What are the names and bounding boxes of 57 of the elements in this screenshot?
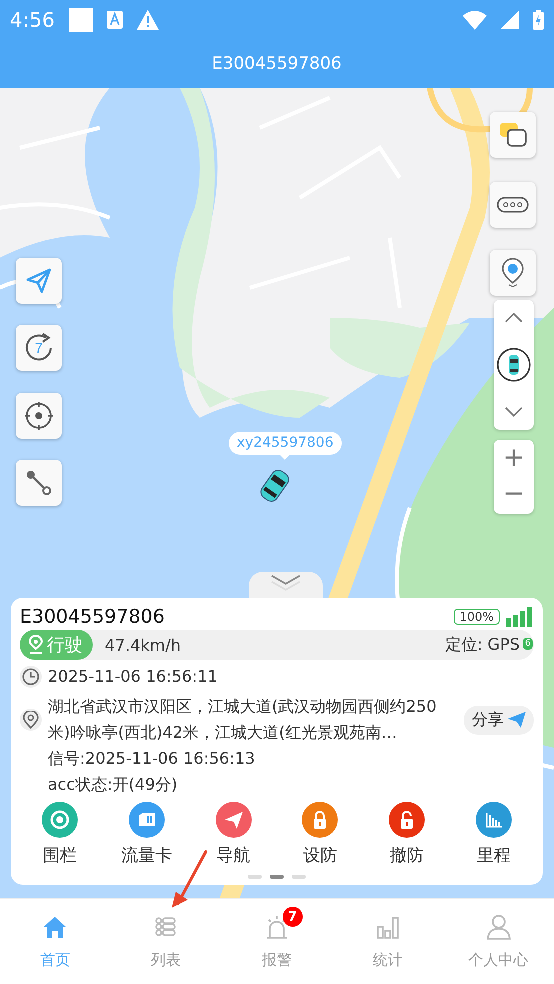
status-time: 4:56 [10, 8, 55, 32]
signal-strength-icon [506, 607, 534, 627]
tab[interactable]: 列表 [110, 899, 222, 984]
fence-action-button[interactable]: 围栏 [28, 802, 92, 867]
tab[interactable]: 个人中心 [443, 899, 554, 984]
notification-badge: 7 [282, 907, 303, 927]
layers-button[interactable] [490, 112, 536, 158]
crosshair-icon [24, 401, 54, 431]
device-button[interactable] [494, 347, 534, 383]
battery-icon [533, 10, 544, 30]
status-badge: 行驶 [20, 630, 93, 660]
font-icon [106, 11, 123, 29]
square-icon [68, 8, 93, 32]
more-icon [497, 197, 529, 213]
chevron-up-icon [505, 313, 523, 323]
locate-button[interactable] [16, 393, 62, 439]
location-pin-icon [20, 709, 42, 731]
chevron-down-icon [505, 407, 523, 417]
speed: 47.4km/h [105, 636, 182, 654]
wifi-icon [463, 10, 487, 30]
car-icon [497, 348, 531, 382]
more-button[interactable] [490, 182, 536, 228]
layers-icon [499, 122, 527, 148]
info-line: 信号:2025-11-06 16:56:13 [48, 748, 256, 770]
page-title: E30045597806 [212, 54, 342, 74]
route-button[interactable] [16, 460, 62, 506]
zoom-out-button[interactable]: − [494, 476, 534, 512]
tab[interactable]: 统计 [332, 899, 444, 984]
share-button[interactable]: 分享 [464, 706, 534, 734]
tab[interactable]: 首页 [0, 899, 111, 984]
map-pin-icon [501, 258, 525, 288]
unlock-action-button[interactable]: 撤防 [375, 802, 440, 867]
last-update-time: 2025-11-06 16:56:11 [48, 666, 218, 688]
address-text: 湖北省武汉市汉阳区，江城大道(武汉动物园西侧约250米)吟咏亭(西北)42米，江城大道(红光景观苑南… [48, 696, 438, 744]
warning-icon [136, 10, 159, 30]
battery-level: 100% [454, 609, 500, 625]
card-action-button[interactable]: 流量卡 [114, 802, 179, 867]
positioning-mode: 定位: GPS [445, 634, 520, 656]
marker-label: xy245597806 [229, 432, 342, 460]
page-indicator[interactable] [270, 875, 284, 879]
clock-icon [20, 666, 42, 688]
route-icon [25, 469, 53, 497]
person-icon [484, 913, 513, 941]
device-id: E30045597806 [20, 606, 166, 628]
paper-plane-icon [26, 268, 52, 294]
refresh-button[interactable]: 7 [16, 325, 62, 371]
tab[interactable]: 报警 7 [222, 899, 332, 984]
satellite-count: 6 [523, 638, 533, 650]
paper-plane-icon [508, 712, 526, 728]
lock-action-button[interactable]: 设防 [288, 802, 352, 867]
send-button[interactable] [16, 258, 62, 304]
zoom-in-button[interactable]: + [494, 440, 534, 476]
signal-icon [501, 11, 519, 29]
location-button[interactable] [490, 250, 536, 296]
info-line: acc状态:开(49分) [48, 774, 179, 796]
nav-action-button[interactable]: 导航 [202, 802, 266, 867]
bars-action-button[interactable]: 里程 [462, 802, 526, 867]
